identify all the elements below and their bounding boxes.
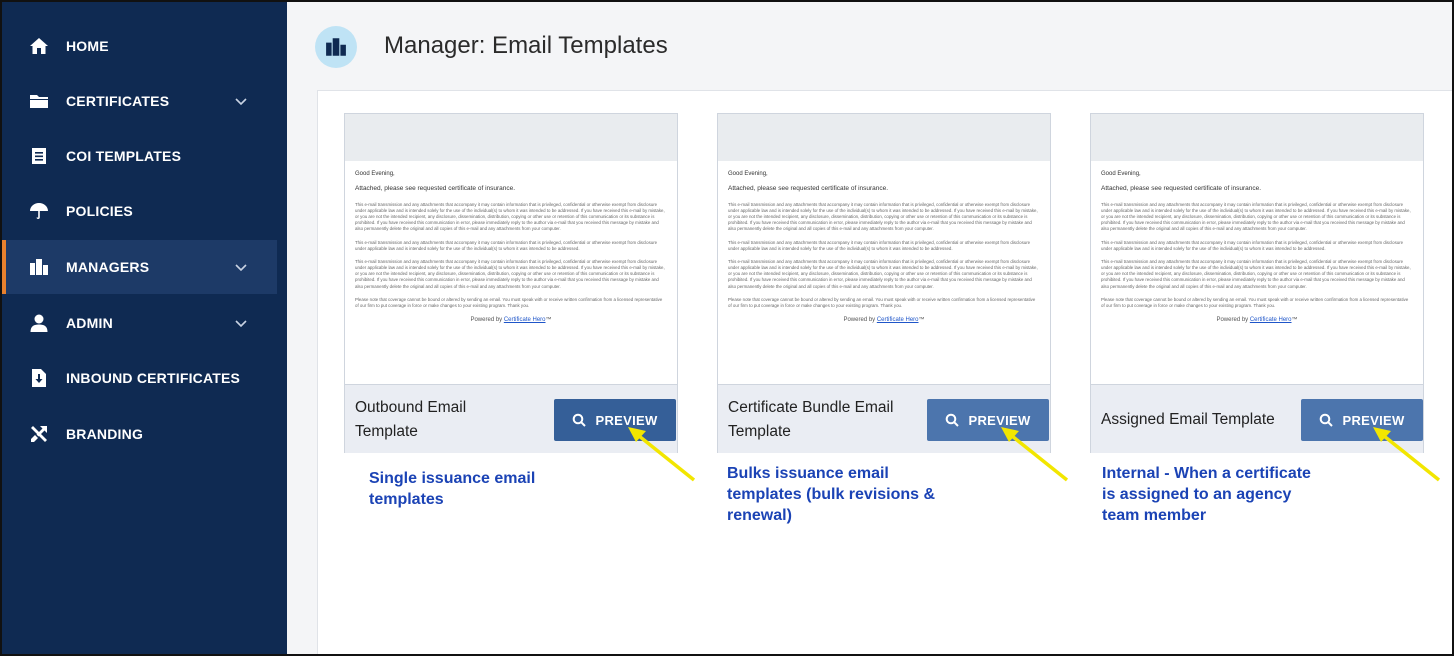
email-disclaimer: Please note that coverage cannot be boun… (355, 296, 663, 308)
powered-prefix: Powered by (470, 317, 503, 324)
download-file-icon (28, 367, 50, 389)
powered-by: Powered by Certificate Hero™ (728, 316, 1040, 324)
sidebar-item-inbound-certificates[interactable]: INBOUND CERTIFICATES (2, 351, 277, 405)
sidebar-item-label: ADMIN (66, 315, 113, 331)
powered-link[interactable]: Certificate Hero (1250, 317, 1292, 323)
buildings-icon (315, 26, 357, 68)
sidebar-item-branding[interactable]: BRANDING (2, 407, 277, 461)
sidebar-item-label: COI TEMPLATES (66, 148, 182, 164)
sidebar: HOME CERTIFICATES COI TEMPLATES POLICIES (2, 2, 287, 654)
email-disclaimer: This e-mail transmission and any attachm… (355, 201, 665, 232)
sidebar-item-coi-templates[interactable]: COI TEMPLATES (2, 129, 277, 183)
email-disclaimer: This e-mail transmission and any attachm… (355, 258, 665, 289)
email-greeting: Good Evening, (1101, 171, 1141, 177)
sidebar-item-label: INBOUND CERTIFICATES (66, 370, 241, 386)
powered-link[interactable]: Certificate Hero (877, 317, 919, 323)
email-disclaimer: Please note that coverage cannot be boun… (1101, 296, 1409, 308)
arrow-icon (628, 427, 696, 482)
email-disclaimer: This e-mail transmission and any attachm… (1101, 258, 1411, 289)
email-template-card-certificate-bundle: Good Evening, Attached, please see reque… (717, 113, 1051, 453)
email-disclaimer: This e-mail transmission and any attachm… (1101, 201, 1411, 232)
email-disclaimer: Please note that coverage cannot be boun… (728, 296, 1036, 308)
email-preview-banner (345, 114, 677, 161)
powered-link[interactable]: Certificate Hero (504, 317, 546, 323)
email-preview-banner (1091, 114, 1423, 161)
sidebar-item-certificates[interactable]: CERTIFICATES (2, 74, 277, 128)
powered-by: Powered by Certificate Hero™ (355, 316, 667, 324)
user-icon (28, 312, 50, 334)
chevron-down-icon[interactable] (234, 260, 248, 274)
powered-prefix: Powered by (1216, 317, 1249, 324)
powered-suffix: ™ (1291, 317, 1298, 324)
folder-icon (28, 90, 50, 112)
tools-icon (28, 423, 50, 445)
sidebar-item-label: HOME (66, 38, 109, 54)
email-template-card-assigned: Good Evening, Attached, please see reque… (1090, 113, 1424, 453)
app-window: HOME CERTIFICATES COI TEMPLATES POLICIES (0, 0, 1454, 656)
email-preview: Good Evening, Attached, please see reque… (355, 170, 667, 324)
template-name: Outbound Email Template (355, 398, 467, 440)
home-icon (28, 35, 50, 57)
powered-suffix: ™ (545, 317, 552, 324)
sidebar-item-label: BRANDING (66, 426, 144, 442)
email-attached-line: Attached, please see requested certifica… (1101, 185, 1262, 193)
sidebar-item-label: POLICIES (66, 203, 133, 219)
email-attached-line: Attached, please see requested certifica… (728, 185, 889, 193)
umbrella-icon (28, 200, 50, 222)
email-greeting: Good Evening, (728, 171, 768, 177)
email-preview-banner (718, 114, 1050, 161)
chevron-down-icon[interactable] (234, 316, 248, 330)
email-template-card-outbound: Good Evening, Attached, please see reque… (344, 113, 678, 453)
email-disclaimer: This e-mail transmission and any attachm… (355, 239, 658, 251)
email-disclaimer: This e-mail transmission and any attachm… (728, 239, 1031, 251)
search-icon (946, 413, 960, 427)
sidebar-item-managers[interactable]: MANAGERS (2, 240, 277, 294)
powered-by: Powered by Certificate Hero™ (1101, 316, 1413, 324)
email-disclaimer: This e-mail transmission and any attachm… (728, 201, 1038, 232)
arrow-icon (1373, 427, 1441, 482)
page-header: Manager: Email Templates (287, 2, 1452, 90)
buildings-icon (28, 256, 50, 278)
powered-suffix: ™ (918, 317, 925, 324)
template-name: Assigned Email Template (1101, 410, 1275, 428)
powered-prefix: Powered by (843, 317, 876, 324)
annotation-assigned: Internal - When a certificate is assigned… (1102, 465, 1311, 524)
sidebar-item-label: CERTIFICATES (66, 93, 170, 109)
search-icon (573, 413, 587, 427)
email-attached-line: Attached, please see requested certifica… (355, 185, 516, 193)
email-greeting: Good Evening, (355, 171, 395, 177)
chevron-down-icon[interactable] (234, 94, 248, 108)
arrow-icon (1001, 427, 1069, 482)
sidebar-item-admin[interactable]: ADMIN (2, 296, 277, 350)
sidebar-item-home[interactable]: HOME (2, 19, 277, 73)
annotation-bundle: Bulks issuance email templates (bulk revi… (727, 465, 936, 524)
sidebar-item-policies[interactable]: POLICIES (2, 184, 277, 238)
email-preview: Good Evening, Attached, please see reque… (728, 170, 1040, 324)
document-icon (28, 145, 50, 167)
sidebar-item-label: MANAGERS (66, 259, 150, 275)
page-title: Manager: Email Templates (384, 32, 668, 59)
annotation-outbound: Single issuance email templates (369, 470, 536, 508)
email-disclaimer: This e-mail transmission and any attachm… (1101, 239, 1404, 251)
email-disclaimer: This e-mail transmission and any attachm… (728, 258, 1038, 289)
search-icon (1320, 413, 1334, 427)
template-name: Certificate Bundle Email Template (728, 398, 894, 440)
email-preview: Good Evening, Attached, please see reque… (1101, 170, 1413, 324)
